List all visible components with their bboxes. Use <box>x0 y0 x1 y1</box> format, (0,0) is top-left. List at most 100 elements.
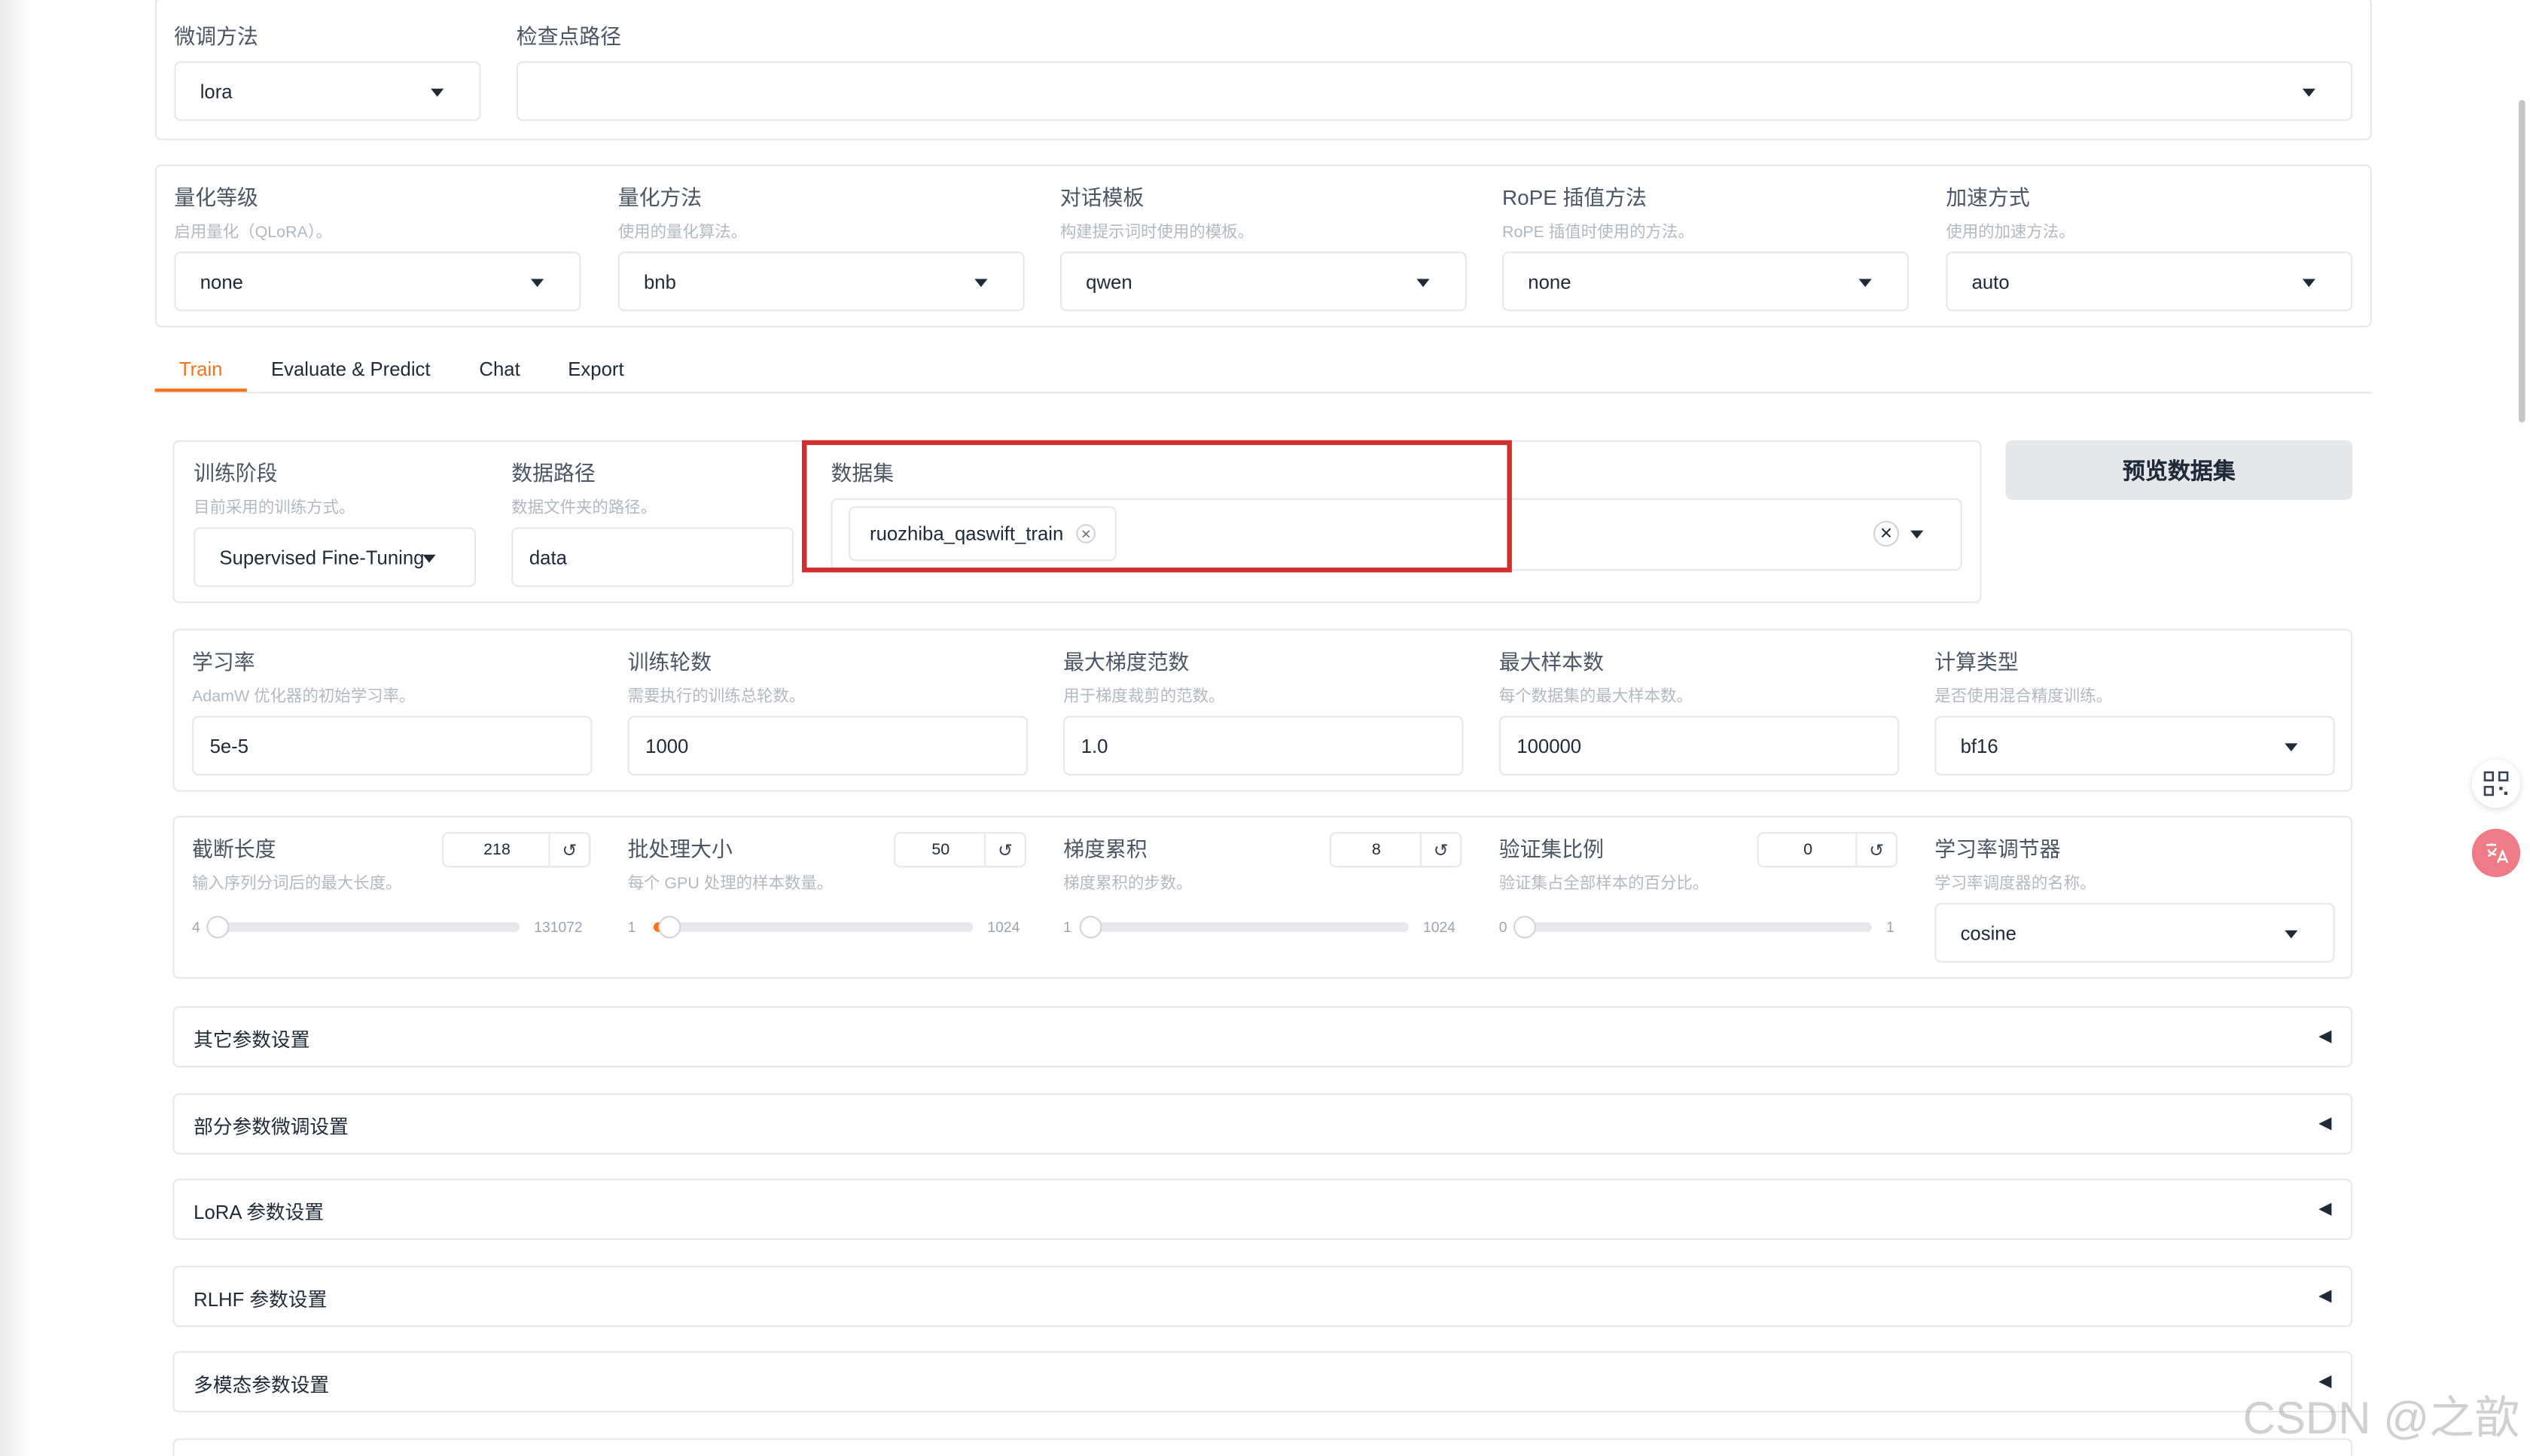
lr-scheduler-dropdown[interactable]: cosine <box>1934 903 2335 963</box>
accordion-title: RLHF 参数设置 <box>194 1288 328 1311</box>
grad-accum-label: 梯度累积 <box>1063 836 1148 861</box>
dataset-dir-info: 数据文件夹的路径。 <box>511 499 657 518</box>
cutoff-len-slider[interactable] <box>206 915 520 939</box>
slider-handle[interactable] <box>1513 915 1536 939</box>
val-size-number[interactable]: 0 ↺ <box>1757 832 1898 868</box>
watermark: CSDN @之歆 <box>2242 1393 2520 1443</box>
caret-left-icon <box>2318 1117 2332 1131</box>
preview-dataset-button[interactable]: 预览数据集 <box>2005 440 2353 500</box>
val-size-label: 验证集比例 <box>1498 836 1605 861</box>
tab-export[interactable]: Export <box>568 358 623 380</box>
max-grad-norm-info: 用于梯度裁剪的范数。 <box>1063 688 1225 707</box>
slider-handle[interactable] <box>657 915 681 939</box>
quantization-bit-label: 量化等级 <box>174 185 258 210</box>
highlight-box <box>802 440 1512 573</box>
accordion-title: LoRA 参数设置 <box>194 1201 325 1224</box>
compute-type-label: 计算类型 <box>1934 650 2019 675</box>
num-epochs-label: 训练轮数 <box>627 650 712 675</box>
compute-type-value: bf16 <box>1960 734 1998 757</box>
tab-chat[interactable]: Chat <box>479 358 520 380</box>
translate-icon[interactable] <box>2471 828 2521 878</box>
quantization-bit-dropdown[interactable]: none <box>174 251 581 312</box>
booster-value: auto <box>1971 270 2010 293</box>
num-epochs-value: 1000 <box>645 734 689 757</box>
chevron-down-icon <box>431 88 444 97</box>
learning-rate-input[interactable]: 5e-5 <box>191 715 593 776</box>
reset-icon[interactable]: ↺ <box>1855 833 1896 867</box>
accordion-lora-settings[interactable]: LoRA 参数设置 <box>172 1178 2353 1241</box>
val-size-slider[interactable] <box>1513 915 1872 939</box>
training-stage-value: Supervised Fine-Tuning <box>219 545 425 568</box>
max-samples-label: 最大样本数 <box>1498 650 1605 675</box>
accordion-rlhf-settings[interactable]: RLHF 参数设置 <box>172 1266 2353 1327</box>
max-samples-input[interactable]: 100000 <box>1498 715 1900 776</box>
finetune-method-dropdown[interactable]: lora <box>174 61 481 121</box>
dataset-dir-input[interactable]: data <box>511 527 794 587</box>
scrollbar-thumb[interactable] <box>2519 99 2525 423</box>
grad-accum-max: 1024 <box>1423 918 1456 936</box>
reset-icon[interactable]: ↺ <box>1419 833 1461 867</box>
reset-icon[interactable]: ↺ <box>984 833 1025 867</box>
grad-accum-value: 8 <box>1371 840 1381 859</box>
grad-accum-slider[interactable] <box>1080 915 1409 939</box>
batch-size-slider[interactable] <box>653 915 974 939</box>
left-shade <box>0 0 97 1456</box>
max-grad-norm-value: 1.0 <box>1081 734 1108 757</box>
grad-accum-number[interactable]: 8 ↺ <box>1329 832 1462 868</box>
grad-accum-min: 1 <box>1063 918 1071 936</box>
tab-evaluate-predict[interactable]: Evaluate & Predict <box>271 358 431 380</box>
compute-type-dropdown[interactable]: bf16 <box>1934 715 2335 776</box>
quantization-bit-info: 启用量化（QLoRA）。 <box>174 224 332 242</box>
accordion-multimodal-settings[interactable]: 多模态参数设置 <box>172 1351 2353 1413</box>
training-stage-dropdown[interactable]: Supervised Fine-Tuning <box>194 527 477 587</box>
app-root: 微调方法 lora 检查点路径 量化等级 启用量化（QLoRA）。 none 量… <box>0 0 2530 1456</box>
apps-grid-glyph <box>2483 771 2509 797</box>
cutoff-len-info: 输入序列分词后的最大长度。 <box>191 875 402 894</box>
rope-scaling-info: RoPE 插值时使用的方法。 <box>1501 224 1694 242</box>
cutoff-len-number[interactable]: 218 ↺ <box>442 832 591 868</box>
num-epochs-input[interactable]: 1000 <box>627 715 1028 776</box>
rope-scaling-dropdown[interactable]: none <box>1501 251 1909 312</box>
learning-rate-label: 学习率 <box>191 650 255 675</box>
lr-scheduler-label: 学习率调节器 <box>1934 836 2061 861</box>
cutoff-len-min: 4 <box>191 918 200 936</box>
max-grad-norm-label: 最大梯度范数 <box>1063 650 1190 675</box>
template-info: 构建提示词时使用的模板。 <box>1059 224 1254 242</box>
checkpoint-path-dropdown[interactable] <box>516 61 2353 121</box>
accordion-next[interactable] <box>172 1438 2353 1456</box>
active-tab-indicator <box>154 388 247 392</box>
batch-size-number[interactable]: 50 ↺ <box>894 832 1026 868</box>
tab-train[interactable]: Train <box>179 358 223 380</box>
main-tabs: Train Evaluate & Predict Chat Export <box>154 345 2372 394</box>
lr-scheduler-value: cosine <box>1960 921 2016 944</box>
batch-size-value: 50 <box>931 840 950 859</box>
translate-glyph <box>2486 843 2509 864</box>
clear-selection-icon[interactable]: ✕ <box>1873 520 1900 547</box>
reset-icon[interactable]: ↺ <box>548 833 590 867</box>
accordion-extra-settings[interactable]: 其它参数设置 <box>172 1006 2353 1068</box>
batch-size-max: 1024 <box>987 918 1020 936</box>
grad-accum-info: 梯度累积的步数。 <box>1063 875 1193 894</box>
apps-grid-icon[interactable] <box>2471 759 2521 809</box>
training-stage-info: 目前采用的训练方式。 <box>194 499 355 518</box>
accordion-freeze-settings[interactable]: 部分参数微调设置 <box>172 1093 2353 1155</box>
booster-dropdown[interactable]: auto <box>1946 251 2353 312</box>
quantization-method-info: 使用的量化算法。 <box>617 224 748 242</box>
chevron-down-icon <box>2285 930 2298 939</box>
quantization-method-value: bnb <box>644 270 676 293</box>
quantization-bit-value: none <box>200 270 243 293</box>
chevron-down-icon[interactable] <box>1910 530 1924 539</box>
caret-left-icon <box>2318 1202 2332 1216</box>
rope-scaling-label: RoPE 插值方法 <box>1501 185 1647 210</box>
caret-left-icon <box>2318 1030 2332 1043</box>
max-grad-norm-input[interactable]: 1.0 <box>1063 715 1464 776</box>
caret-left-icon <box>2318 1290 2332 1303</box>
template-label: 对话模板 <box>1059 185 1145 210</box>
template-dropdown[interactable]: qwen <box>1059 251 1467 312</box>
quantization-method-dropdown[interactable]: bnb <box>617 251 1025 312</box>
chevron-down-icon <box>1858 279 1872 288</box>
accordion-title: 部分参数微调设置 <box>194 1116 349 1139</box>
batch-size-min: 1 <box>627 918 636 936</box>
val-size-max: 1 <box>1886 918 1894 936</box>
dataset-dir-label: 数据路径 <box>511 461 596 486</box>
